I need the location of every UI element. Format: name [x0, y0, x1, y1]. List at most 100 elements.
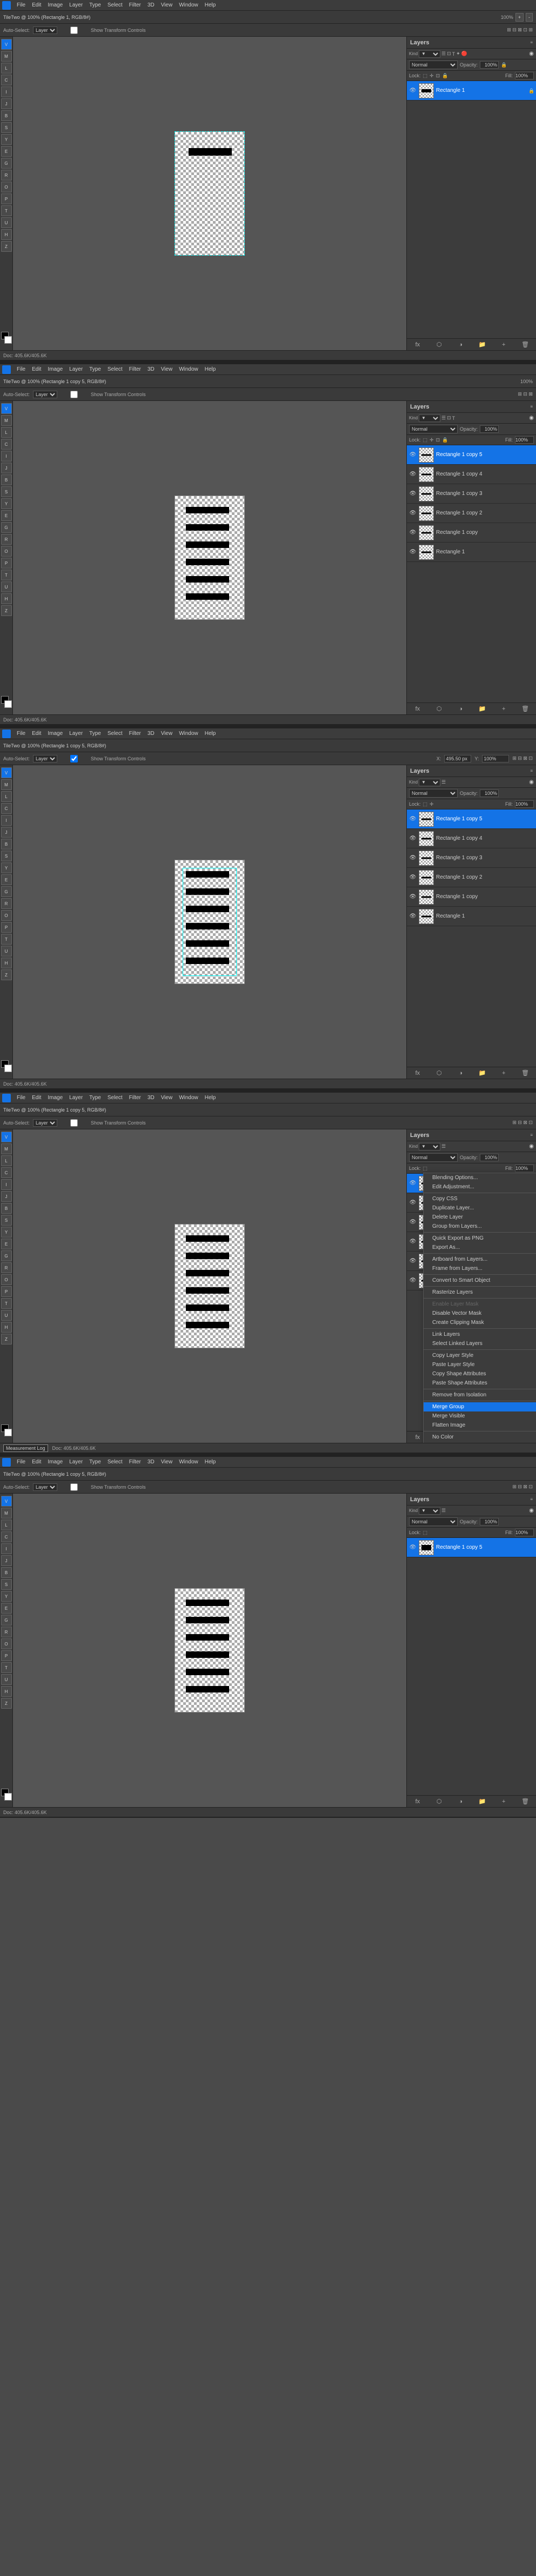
menu-select-2[interactable]: Select [105, 366, 125, 372]
tb-icon-2b[interactable]: ⊡ [447, 415, 451, 421]
bg-color-2[interactable] [4, 700, 12, 708]
menu-image-4[interactable]: Image [45, 1095, 65, 1101]
menu-window-4[interactable]: Window [176, 1095, 201, 1101]
menu-help-5[interactable]: Help [202, 1459, 219, 1465]
tool-z-3[interactable]: Z [1, 969, 12, 980]
ctx-copy-css[interactable]: Copy CSS [424, 1194, 536, 1203]
tool-g-2[interactable]: G [1, 522, 12, 533]
menu-file-2[interactable]: File [14, 366, 28, 372]
layer-p3-5[interactable]: 👁 Rectangle 1 [407, 907, 536, 926]
eye-p4-3[interactable]: 👁 [409, 1238, 417, 1246]
menu-layer-5[interactable]: Layer [66, 1459, 85, 1465]
tool-y-2[interactable]: Y [1, 498, 12, 509]
filter-icon-3[interactable]: T [452, 51, 455, 57]
filter-icon-1[interactable]: ☰ [441, 51, 446, 57]
tool-t-3[interactable]: T [1, 934, 12, 945]
transform-cb-2[interactable] [61, 391, 88, 398]
tool-r-3[interactable]: R [1, 898, 12, 909]
tool-l-5[interactable]: L [1, 1520, 12, 1530]
ctx-sel-linked[interactable]: Select Linked Layers [424, 1339, 536, 1348]
tool-b-4[interactable]: B [1, 1203, 12, 1214]
menu-filter-2[interactable]: Filter [126, 366, 144, 372]
tool-o-5[interactable]: O [1, 1638, 12, 1649]
op-input-2[interactable] [480, 425, 499, 433]
op-5[interactable] [480, 1518, 499, 1525]
opacity-input-1[interactable] [480, 61, 499, 69]
menu-3d-3[interactable]: 3D [145, 731, 157, 737]
tool-e-2[interactable]: E [1, 510, 12, 521]
tool-heal-1[interactable]: J [1, 98, 12, 109]
layer-adj-btn-2[interactable]: ◑ [456, 705, 466, 713]
ctx-disable-vmask[interactable]: Disable Vector Mask [424, 1309, 536, 1318]
menu-filter-1[interactable]: Filter [126, 2, 144, 8]
lf-fx-3[interactable]: fx [413, 1069, 423, 1078]
lock-pos-3[interactable]: ✛ [430, 801, 434, 807]
blend-3[interactable]: Normal [409, 789, 458, 798]
tool-m-4[interactable]: M [1, 1143, 12, 1154]
tool-u-5[interactable]: U [1, 1674, 12, 1685]
lock-art-2[interactable]: ⊡ [436, 437, 440, 443]
bg-5[interactable] [4, 1793, 12, 1801]
eye-p4-1[interactable]: 👁 [409, 1199, 417, 1207]
menu-image-5[interactable]: Image [45, 1459, 65, 1465]
eye-p3-1[interactable]: 👁 [409, 835, 417, 842]
layer-new-btn-2[interactable]: + [499, 705, 508, 713]
filter-toggle-3[interactable]: ◉ [529, 779, 534, 785]
tool-t-5[interactable]: T [1, 1662, 12, 1673]
lock-px-4[interactable]: ⬚ [423, 1166, 428, 1172]
layer-del-btn-1[interactable]: 🗑 [520, 340, 530, 349]
menu-window-5[interactable]: Window [176, 1459, 201, 1465]
layer-mask-btn-1[interactable]: ⬡ [434, 340, 444, 349]
lf-mask-3[interactable]: ⬡ [434, 1069, 444, 1078]
eye-p3-5[interactable]: 👁 [409, 913, 417, 920]
tool-g-4[interactable]: G [1, 1250, 12, 1261]
menu-file-4[interactable]: File [14, 1095, 28, 1101]
ctx-del-layer[interactable]: Delete Layer [424, 1213, 536, 1222]
menu-help-4[interactable]: Help [202, 1095, 219, 1101]
tool-u-3[interactable]: U [1, 946, 12, 956]
layer-p3-2[interactable]: 👁 Rectangle 1 copy 3 [407, 848, 536, 868]
ctx-frame[interactable]: Frame from Layers... [424, 1264, 536, 1273]
tb-icon-2a[interactable]: ☰ [441, 415, 446, 421]
auto-sel-3[interactable]: Layer [33, 755, 57, 762]
ctx-merge-group[interactable]: Merge Group [424, 1402, 536, 1411]
menu-edit-1[interactable]: Edit [29, 2, 44, 8]
menu-3d-4[interactable]: 3D [145, 1095, 157, 1101]
lf-fx-5[interactable]: fx [413, 1797, 423, 1806]
lock-px-btn-1[interactable]: ⬚ [423, 73, 428, 79]
layer-eye-p2-4[interactable]: 👁 [409, 529, 417, 537]
ctx-paste-style[interactable]: Paste Layer Style [424, 1360, 536, 1369]
menu-type-1[interactable]: Type [86, 2, 104, 8]
ctx-copy-style[interactable]: Copy Layer Style [424, 1351, 536, 1360]
layers-menu-3[interactable]: ≡ [530, 768, 533, 773]
eye-p3-0[interactable]: 👁 [409, 815, 417, 823]
menu-type-3[interactable]: Type [86, 731, 104, 737]
tool-pen-1[interactable]: P [1, 193, 12, 204]
zoom-out-btn-1[interactable]: - [526, 13, 533, 22]
lf-adj-5[interactable]: ◑ [456, 1797, 466, 1806]
layer-fx-btn-1[interactable]: fx [413, 340, 423, 349]
menu-window-2[interactable]: Window [176, 366, 201, 372]
layer-adj-btn-1[interactable]: ◑ [456, 340, 466, 349]
menu-file-5[interactable]: File [14, 1459, 28, 1465]
layer-eye-p2-3[interactable]: 👁 [409, 510, 417, 517]
tool-t-4[interactable]: T [1, 1298, 12, 1309]
tool-s-3[interactable]: S [1, 851, 12, 861]
menu-file-3[interactable]: File [14, 731, 28, 737]
menu-view-3[interactable]: View [158, 731, 176, 737]
tool-h-5[interactable]: H [1, 1686, 12, 1697]
tool-j-2[interactable]: J [1, 463, 12, 473]
y-input-3[interactable] [482, 755, 509, 762]
tool-sel-2[interactable]: M [1, 415, 12, 426]
layer-item-rect1-p1[interactable]: 👁 Rectangle 1 🔒 [407, 81, 536, 101]
layer-eye-p2-1[interactable]: 👁 [409, 471, 417, 478]
tool-eye-2[interactable]: I [1, 451, 12, 461]
menu-file-1[interactable]: File [14, 2, 28, 8]
menu-layer-1[interactable]: Layer [66, 2, 85, 8]
tool-move-2[interactable]: V [1, 403, 12, 414]
kind-dd-5[interactable]: ▼ [419, 1507, 440, 1515]
menu-view-5[interactable]: View [158, 1459, 176, 1465]
layer-eye-p1-0[interactable]: 👁 [409, 87, 417, 95]
lock-pos-btn-1[interactable]: ✛ [430, 73, 434, 79]
menu-3d-1[interactable]: 3D [145, 2, 157, 8]
